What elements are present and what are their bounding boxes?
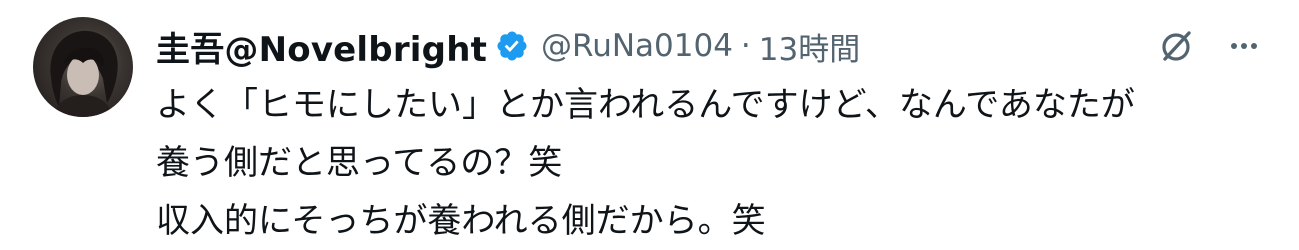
avatar[interactable] xyxy=(33,17,133,117)
tweet-line: 収入的にそっちが養われる側だから。笑 xyxy=(156,201,766,241)
tweet-line: 養う側だと思ってるの？笑 xyxy=(156,143,563,183)
more-options-button[interactable] xyxy=(1220,22,1268,70)
tweet-text: よく「ヒモにしたい」とか言われるんですけど、なんであなたが 養う側だと思ってるの… xyxy=(156,76,1135,250)
tweet-header: 圭吾@Novelbright @RuNa0104 · 13時間 xyxy=(156,22,860,70)
tweet[interactable]: 圭吾@Novelbright @RuNa0104 · 13時間 よく「ヒモにした… xyxy=(0,0,1299,250)
avatar-photo xyxy=(50,30,118,117)
grok-slash-icon xyxy=(1162,31,1191,61)
timestamp[interactable]: 13時間 xyxy=(759,24,860,69)
display-name[interactable]: 圭吾@Novelbright xyxy=(156,22,487,71)
separator-dot: · xyxy=(740,28,751,64)
grok-button[interactable] xyxy=(1152,22,1200,70)
verified-badge-icon[interactable] xyxy=(495,29,529,63)
user-handle[interactable]: @RuNa0104 xyxy=(541,28,733,64)
tweet-line: よく「ヒモにしたい」とか言われるんですけど、なんであなたが xyxy=(156,85,1135,125)
more-dots-icon xyxy=(1231,43,1257,49)
